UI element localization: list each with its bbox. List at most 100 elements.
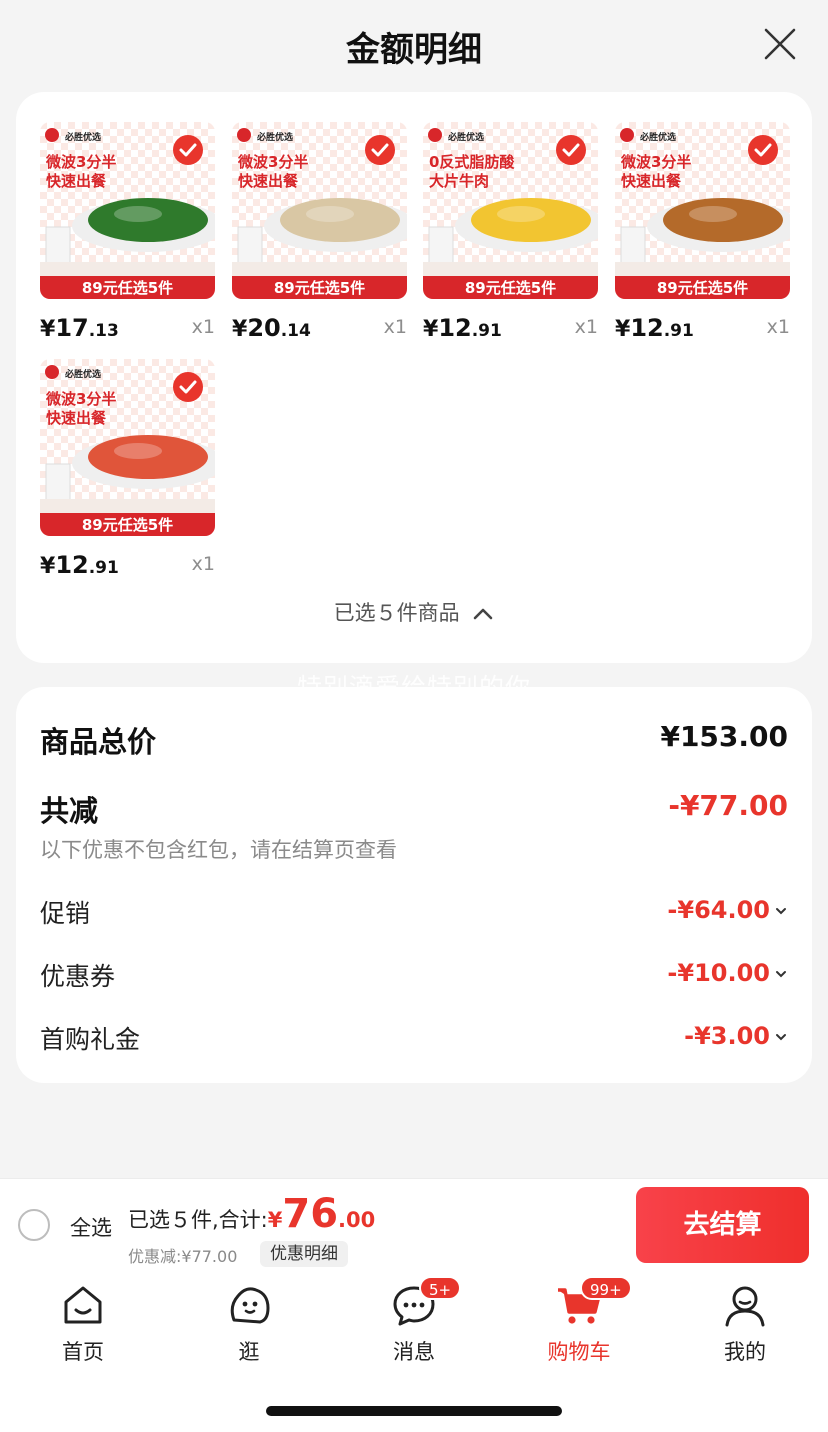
product-headline-1: 微波3分半 (620, 153, 691, 171)
profile-icon (725, 1286, 765, 1327)
tab-home-label: 首页 (62, 1340, 104, 1364)
checkmark-icon[interactable] (364, 134, 396, 166)
tab-home[interactable]: 首页 (28, 1282, 138, 1366)
product-headline-1: 微波3分半 (45, 153, 116, 171)
discount-label-promotion: 促销 (40, 899, 91, 928)
selected-count-toggle[interactable]: 已选５件商品 (16, 597, 812, 627)
checkmark-icon[interactable] (172, 371, 204, 403)
product-headline-2: 快速出餐 (46, 172, 107, 190)
price-currency: ¥ (40, 317, 56, 342)
price-integer: 12 (55, 551, 89, 579)
product-quantity: x1 (766, 316, 790, 338)
price-decimal: .14 (280, 321, 311, 341)
price-decimal: .91 (471, 321, 502, 341)
chevron-down-icon (776, 908, 786, 915)
product-headline-2: 快速出餐 (46, 409, 107, 427)
close-icon[interactable] (762, 26, 798, 62)
product-headline-2: 大片牛肉 (429, 172, 489, 190)
product-quantity: x1 (383, 316, 407, 338)
select-all-radio[interactable] (18, 1209, 50, 1241)
product-promo: 89元任选5件 (82, 516, 173, 534)
product-quantity: x1 (191, 316, 215, 338)
discount-label-first-purchase: 首购礼金 (40, 1025, 141, 1054)
tab-browse-label: 逛 (238, 1340, 260, 1364)
tab-profile[interactable]: 我的 (690, 1282, 800, 1366)
chevron-up-icon (474, 608, 493, 620)
product-headline-2: 快速出餐 (238, 172, 299, 190)
product-promo: 89元任选5件 (82, 279, 173, 297)
total-decimal: .00 (338, 1208, 376, 1232)
price-currency: ¥ (40, 554, 56, 579)
reduce-value: -¥77.00 (668, 789, 788, 822)
discount-value-first-purchase: -¥3.00 (684, 1022, 770, 1050)
product-headline-1: 微波3分半 (237, 153, 308, 171)
tab-messages-label: 消息 (393, 1340, 435, 1364)
home-icon (64, 1286, 102, 1324)
discount-value-coupon: -¥10.00 (667, 959, 770, 987)
total-price-label: 商品总价 (40, 725, 157, 759)
checkmark-icon[interactable] (172, 134, 204, 166)
selected-summary-text: 已选５件,合计: (128, 1208, 268, 1232)
message-badge: 5+ (419, 1276, 462, 1300)
chevron-down-icon (776, 1034, 786, 1041)
price-integer: 12 (630, 314, 664, 342)
price-currency: ¥ (615, 317, 631, 342)
product-headline-1: 0反式脂肪酸 (429, 153, 515, 171)
selected-products-card: 已选５件商品 必胜优选 微波3分半 快速出餐 89元任选5件 ¥17.13 x1… (16, 92, 812, 663)
product-price: ¥12.91 (615, 314, 694, 342)
page-title: 金额明细 (346, 30, 482, 70)
product-headline-2: 快速出餐 (621, 172, 682, 190)
price-decimal: .91 (663, 321, 694, 341)
checkmark-icon[interactable] (555, 134, 587, 166)
product-price: ¥20.14 (232, 314, 311, 342)
discount-value-promotion: -¥64.00 (667, 896, 770, 924)
price-currency: ¥ (423, 317, 439, 342)
tab-messages[interactable]: 5+ 消息 (359, 1276, 469, 1366)
product-quantity: x1 (191, 553, 215, 575)
discount-row-promotion[interactable]: -¥64.00 (667, 896, 788, 924)
product-price: ¥17.13 (40, 314, 119, 342)
price-integer: 20 (247, 314, 281, 342)
product-promo: 89元任选5件 (657, 279, 748, 297)
home-indicator (266, 1406, 562, 1416)
price-decimal: .91 (88, 558, 119, 578)
discount-detail-button[interactable]: 优惠明细 (260, 1241, 348, 1267)
product-price: ¥12.91 (40, 551, 119, 579)
product-brand: 必胜优选 (639, 131, 676, 143)
total-currency: ¥ (267, 1208, 283, 1232)
product-brand: 必胜优选 (256, 131, 293, 143)
discount-row-coupon[interactable]: -¥10.00 (667, 959, 788, 987)
total-line: 已选５件,合计:¥76.00 (128, 1191, 375, 1237)
selected-count-label: 已选５件商品 (333, 601, 460, 625)
discount-note: 以下优惠不包含红包，请在结算页查看 (40, 838, 397, 862)
reduce-label: 共减 (40, 794, 99, 828)
product-promo: 89元任选5件 (274, 279, 365, 297)
tab-browse[interactable]: 逛 (194, 1282, 304, 1366)
checkmark-icon[interactable] (747, 134, 779, 166)
discount-row-first-purchase[interactable]: -¥3.00 (684, 1022, 788, 1050)
discount-label-coupon: 优惠券 (40, 962, 116, 991)
total-price-value: ¥153.00 (660, 720, 788, 753)
checkout-button[interactable]: 去结算 (636, 1187, 809, 1263)
price-integer: 12 (438, 314, 472, 342)
tab-cart[interactable]: 99+ 购物车 (524, 1276, 634, 1366)
product-brand: 必胜优选 (64, 131, 101, 143)
product-headline-1: 微波3分半 (45, 390, 116, 408)
product-brand: 必胜优选 (64, 368, 101, 380)
cart-badge: 99+ (580, 1276, 632, 1300)
product-brand: 必胜优选 (447, 131, 484, 143)
saved-amount: 优惠减:¥77.00 (128, 1247, 238, 1266)
product-price: ¥12.91 (423, 314, 502, 342)
product-promo: 89元任选5件 (465, 279, 556, 297)
tab-cart-label: 购物车 (547, 1340, 611, 1364)
sheet-header: 金额明细 (0, 0, 828, 92)
price-currency: ¥ (232, 317, 248, 342)
tab-profile-label: 我的 (724, 1340, 766, 1364)
total-integer: 76 (282, 1191, 339, 1237)
browse-icon (230, 1287, 270, 1324)
chevron-down-icon (776, 971, 786, 978)
product-quantity: x1 (574, 316, 598, 338)
price-summary-card: 商品总价 ¥153.00 共减 -¥77.00 以下优惠不包含红包，请在结算页查… (16, 687, 812, 1083)
select-all-label[interactable]: 全选 (70, 1212, 112, 1242)
checkout-bar: 全选 已选５件,合计:¥76.00 优惠减:¥77.00 优惠明细 去结算 (0, 1178, 828, 1270)
